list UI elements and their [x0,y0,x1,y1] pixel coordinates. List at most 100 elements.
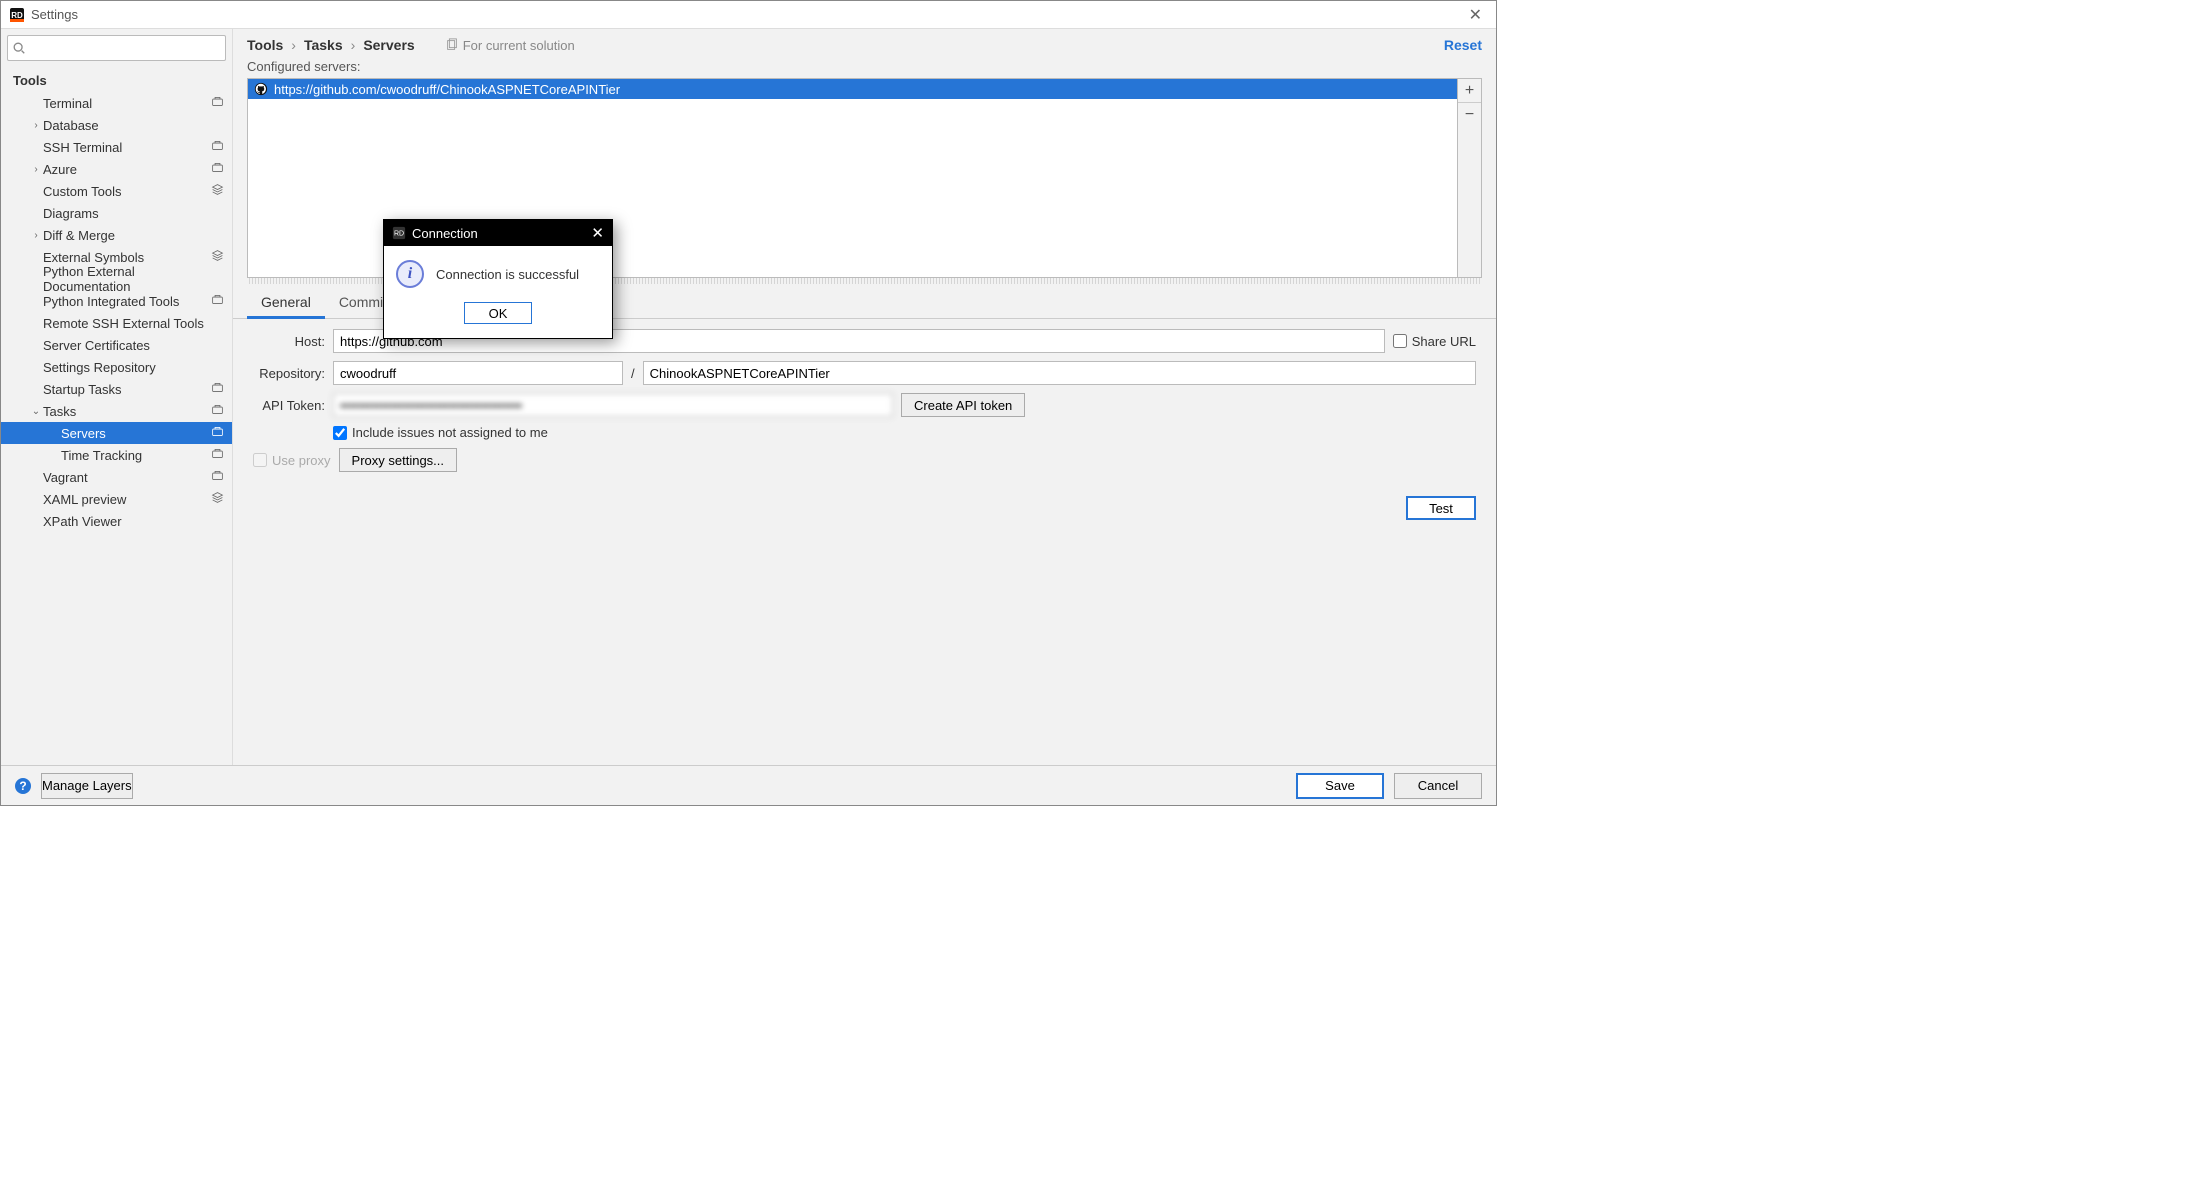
breadcrumb-root[interactable]: Tools [247,37,283,53]
scope-badge-icon [211,161,224,177]
svg-text:RD: RD [11,11,23,20]
sidebar-item-terminal[interactable]: Terminal [1,92,232,114]
sidebar-item-remote-ssh-external-tools[interactable]: Remote SSH External Tools [1,312,232,334]
api-token-input[interactable] [333,393,893,417]
sidebar-item-tasks[interactable]: ⌄Tasks [1,400,232,422]
use-proxy-checkbox: Use proxy [253,453,331,468]
dialog-titlebar[interactable]: RD Connection ✕ [384,220,612,246]
create-api-token-button[interactable]: Create API token [901,393,1025,417]
tree-item-label: Remote SSH External Tools [43,316,224,331]
sidebar-item-azure[interactable]: ›Azure [1,158,232,180]
breadcrumb-mid[interactable]: Tasks [304,37,343,53]
scope-label: For current solution [445,38,575,53]
dialog-footer: ? Manage Layers Save Cancel [1,765,1496,805]
window-title: Settings [31,7,78,22]
expand-arrow-icon: › [29,120,43,131]
tree-item-label: Startup Tasks [43,382,211,397]
tree-item-label: Server Certificates [43,338,224,353]
sidebar-item-diagrams[interactable]: Diagrams [1,202,232,224]
tree-item-label: Time Tracking [61,448,211,463]
tree-section-header: Tools [1,69,232,92]
scope-badge-icon [211,381,224,397]
tree-item-label: Custom Tools [43,184,211,199]
info-icon: i [396,260,424,288]
repo-owner-input[interactable] [333,361,623,385]
app-logo-icon: RD [392,226,406,240]
cancel-button[interactable]: Cancel [1394,773,1482,799]
scope-badge-icon [211,469,224,485]
scope-badge-icon [211,183,224,199]
scope-badge-icon [211,425,224,441]
sidebar-item-xpath-viewer[interactable]: XPath Viewer [1,510,232,532]
tree-item-label: External Symbols [43,250,211,265]
dialog-close-icon[interactable]: ✕ [591,224,604,242]
sidebar-item-vagrant[interactable]: Vagrant [1,466,232,488]
dialog-ok-button[interactable]: OK [464,302,532,324]
sidebar-item-diff-merge[interactable]: ›Diff & Merge [1,224,232,246]
server-url: https://github.com/cwoodruff/ChinookASPN… [274,82,620,97]
tree-item-label: SSH Terminal [43,140,211,155]
configured-servers-label: Configured servers: [233,57,1496,76]
include-issues-checkbox[interactable]: Include issues not assigned to me [333,425,548,440]
tab-general[interactable]: General [247,288,325,319]
sidebar-item-python-external-documentation[interactable]: Python External Documentation [1,268,232,290]
search-icon [12,41,26,55]
settings-content: Tools › Tasks › Servers For current solu… [233,29,1496,765]
sidebar-item-python-integrated-tools[interactable]: Python Integrated Tools [1,290,232,312]
tree-item-label: Tasks [43,404,211,419]
settings-search[interactable] [7,35,226,61]
tree-item-label: Terminal [43,96,211,111]
tree-item-label: XPath Viewer [43,514,224,529]
chevron-right-icon: › [351,37,356,53]
sidebar-item-database[interactable]: ›Database [1,114,232,136]
tree-item-label: Database [43,118,224,133]
breadcrumb: Tools › Tasks › Servers [247,37,415,53]
save-button[interactable]: Save [1296,773,1384,799]
svg-text:RD: RD [394,231,404,238]
github-icon [254,82,268,96]
breadcrumb-leaf: Servers [363,37,414,53]
share-url-checkbox[interactable]: Share URL [1393,334,1476,349]
settings-sidebar: Tools Terminal›DatabaseSSH Terminal›Azur… [1,29,233,765]
repo-name-input[interactable] [643,361,1476,385]
sidebar-item-startup-tasks[interactable]: Startup Tasks [1,378,232,400]
dialog-title: Connection [412,226,478,241]
scope-badge-icon [211,249,224,265]
host-label: Host: [253,334,325,349]
scope-badge-icon [211,447,224,463]
window-close-icon[interactable]: ✕ [1463,5,1488,25]
tree-item-label: Settings Repository [43,360,224,375]
sidebar-item-custom-tools[interactable]: Custom Tools [1,180,232,202]
sidebar-item-settings-repository[interactable]: Settings Repository [1,356,232,378]
tree-item-label: XAML preview [43,492,211,507]
scope-badge-icon [211,139,224,155]
search-input[interactable] [30,41,221,56]
sidebar-item-time-tracking[interactable]: Time Tracking [1,444,232,466]
scope-badge-icon [211,95,224,111]
server-list-item[interactable]: https://github.com/cwoodruff/ChinookASPN… [248,79,1457,99]
app-logo-icon: RD [9,7,25,23]
copy-icon [445,38,459,52]
sidebar-item-ssh-terminal[interactable]: SSH Terminal [1,136,232,158]
help-icon[interactable]: ? [15,778,31,794]
scope-badge-icon [211,491,224,507]
tree-item-label: Azure [43,162,211,177]
scope-badge-icon [211,293,224,309]
tree-item-label: Vagrant [43,470,211,485]
manage-layers-button[interactable]: Manage Layers [41,773,133,799]
remove-server-button[interactable]: − [1458,103,1481,127]
test-button[interactable]: Test [1406,496,1476,520]
repository-label: Repository: [253,366,325,381]
sidebar-item-servers[interactable]: Servers [1,422,232,444]
reset-link[interactable]: Reset [1444,37,1482,53]
sidebar-item-server-certificates[interactable]: Server Certificates [1,334,232,356]
dialog-message: Connection is successful [436,267,579,282]
window-titlebar: RD Settings ✕ [1,1,1496,29]
sidebar-item-xaml-preview[interactable]: XAML preview [1,488,232,510]
scope-badge-icon [211,403,224,419]
add-server-button[interactable]: + [1458,79,1481,103]
tree-item-label: Diagrams [43,206,224,221]
proxy-settings-button[interactable]: Proxy settings... [339,448,457,472]
expand-arrow-icon: › [29,230,43,241]
expand-arrow-icon: › [29,164,43,175]
